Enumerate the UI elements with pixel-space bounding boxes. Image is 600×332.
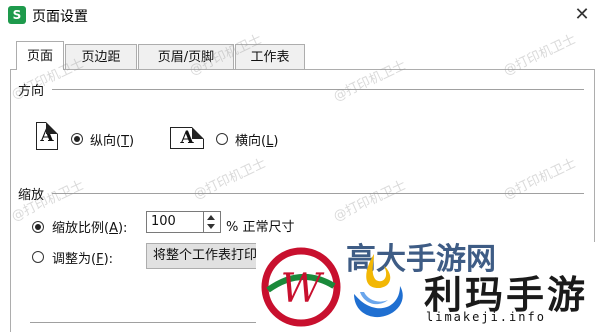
tab-header-footer[interactable]: 页眉/页脚 (138, 44, 234, 69)
title-bar: S 页面设置 ✕ (0, 0, 600, 32)
scale-input[interactable]: 100 (146, 211, 204, 233)
scaling-divider (52, 193, 584, 194)
tab-sheet[interactable]: 工作表 (235, 44, 305, 69)
scale-label[interactable]: 缩放比例(A): (52, 217, 127, 236)
portrait-radio[interactable] (71, 133, 83, 145)
overlay-logo-banner: 高大手游网 W 利玛手游 limakeji.info (256, 242, 600, 332)
scale-radio[interactable] (32, 221, 44, 233)
portrait-page-icon: A (36, 122, 58, 150)
tab-page[interactable]: 页面 (16, 41, 64, 70)
scale-suffix: % 正常尺寸 (226, 220, 295, 235)
svg-text:W: W (280, 266, 324, 312)
scaling-group-label: 缩放 (18, 188, 45, 203)
spin-up-icon[interactable] (207, 215, 215, 220)
brand-w-logo-icon: W (261, 247, 341, 327)
spin-down-icon[interactable] (207, 224, 215, 229)
portrait-label[interactable]: 纵向(T) (90, 130, 134, 149)
fit-radio[interactable] (32, 251, 44, 263)
brand-domain: limakeji.info (426, 310, 546, 324)
bottom-divider (30, 322, 260, 323)
dialog-title: 页面设置 (32, 9, 88, 25)
landscape-label[interactable]: 横向(L) (235, 130, 278, 149)
brand-wave-logo-icon (354, 254, 403, 318)
close-button[interactable]: ✕ (570, 3, 594, 27)
orientation-group-label: 方向 (18, 84, 45, 99)
landscape-page-icon: A (170, 127, 204, 149)
fit-label[interactable]: 调整为(F): (52, 248, 113, 267)
close-icon: ✕ (574, 4, 590, 25)
tab-margins[interactable]: 页边距 (65, 44, 137, 69)
landscape-radio[interactable] (216, 133, 228, 145)
app-icon: S (8, 6, 26, 24)
orientation-divider (52, 89, 584, 90)
scale-stepper[interactable] (204, 211, 221, 233)
